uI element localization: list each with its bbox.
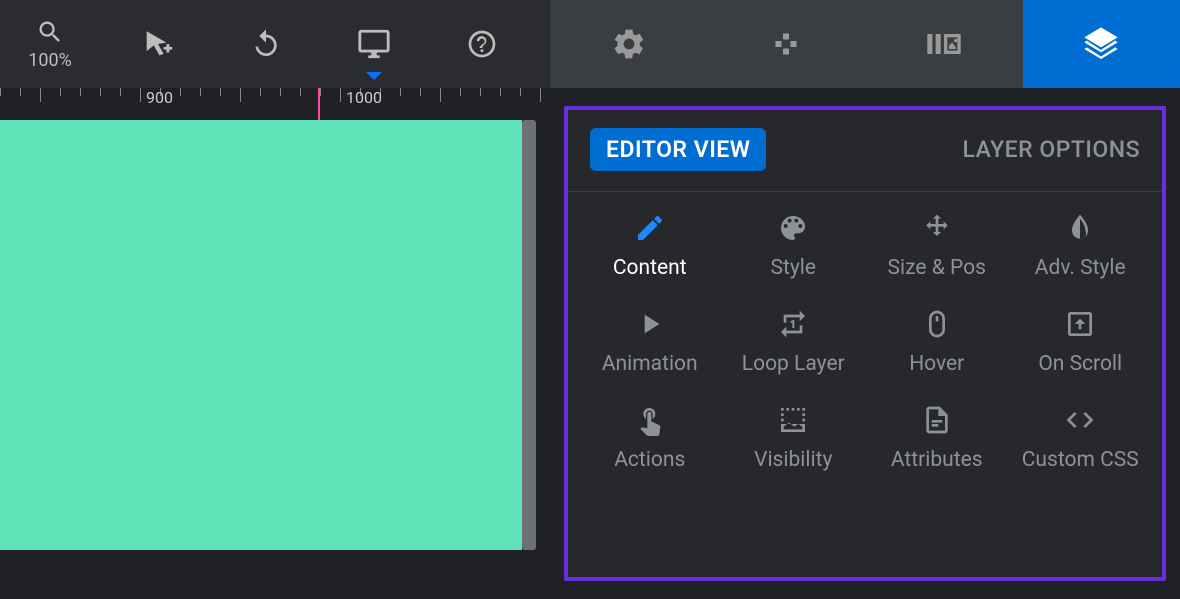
ruler[interactable]: 900 1000 — [0, 88, 550, 120]
code-icon — [1064, 404, 1096, 436]
toolbar-left: 100% — [0, 0, 550, 88]
layer-tab-actions[interactable]: Actions — [578, 404, 722, 472]
layers-icon — [1081, 24, 1121, 64]
layer-tab-label: Style — [770, 256, 816, 280]
help-icon — [466, 28, 498, 60]
layer-tab-label: Actions — [614, 448, 685, 472]
editor-view-badge[interactable]: EDITOR VIEW — [590, 128, 766, 171]
zoom-control[interactable]: 100% — [20, 0, 80, 88]
ruler-playhead[interactable] — [318, 88, 320, 120]
layer-tab-looplayer[interactable]: Loop Layer — [722, 308, 866, 376]
layer-tab-label: Custom CSS — [1022, 448, 1139, 472]
tab-navigation[interactable] — [708, 0, 866, 88]
cursor-plus-icon — [141, 27, 175, 61]
layer-tab-label: Content — [613, 256, 687, 280]
desktop-icon — [357, 27, 391, 61]
pencil-icon — [634, 212, 666, 244]
panel-header: EDITOR VIEW LAYER OPTIONS — [568, 110, 1162, 192]
layer-tab-label: Animation — [602, 352, 698, 376]
layer-tab-label: Attributes — [891, 448, 983, 472]
layer-tab-advstyle[interactable]: Adv. Style — [1009, 212, 1153, 280]
cursor-tool[interactable] — [128, 0, 188, 88]
file-icon — [921, 404, 953, 436]
layer-panel: EDITOR VIEW LAYER OPTIONS Content Style … — [550, 88, 1180, 599]
layer-tab-label: Adv. Style — [1035, 256, 1126, 280]
gear-icon — [611, 26, 647, 62]
layer-tab-label: Loop Layer — [742, 352, 845, 376]
top-toolbar: 100% — [0, 0, 1180, 88]
undo-icon — [250, 28, 282, 60]
layer-tab-content[interactable]: Content — [578, 212, 722, 280]
undo-button[interactable] — [236, 0, 296, 88]
layer-tab-onscroll[interactable]: On Scroll — [1009, 308, 1153, 376]
layer-tab-hover[interactable]: Hover — [865, 308, 1009, 376]
layer-options-box: EDITOR VIEW LAYER OPTIONS Content Style … — [564, 106, 1166, 581]
play-icon — [634, 308, 666, 340]
slides-icon — [924, 24, 964, 64]
dpad-icon — [768, 26, 804, 62]
touch-icon — [634, 404, 666, 436]
repeat-one-icon — [777, 308, 809, 340]
search-icon — [36, 18, 64, 46]
canvas-slide[interactable] — [0, 120, 522, 550]
panel-grid: Content Style Size & Pos Adv. Style Anim… — [568, 192, 1162, 482]
toolbar-right — [550, 0, 1180, 88]
panel-title: LAYER OPTIONS — [963, 136, 1140, 163]
layer-tab-attributes[interactable]: Attributes — [865, 404, 1009, 472]
workspace: 900 1000 EDITOR VIEW LAYER OPTIONS Conten… — [0, 88, 1180, 599]
layer-tab-visibility[interactable]: Visibility — [722, 404, 866, 472]
canvas-area: 900 1000 — [0, 88, 550, 599]
layer-tab-sizepos[interactable]: Size & Pos — [865, 212, 1009, 280]
palette-icon — [777, 212, 809, 244]
zoom-label: 100% — [28, 50, 72, 71]
move-icon — [921, 212, 953, 244]
layer-tab-animation[interactable]: Animation — [578, 308, 722, 376]
layer-tab-label: Hover — [909, 352, 964, 376]
layer-tab-customcss[interactable]: Custom CSS — [1009, 404, 1153, 472]
tab-slides[interactable] — [865, 0, 1023, 88]
device-indicator-icon — [366, 72, 382, 80]
layer-tab-label: Visibility — [754, 448, 832, 472]
device-preview[interactable] — [344, 0, 404, 88]
layer-tab-style[interactable]: Style — [722, 212, 866, 280]
image-dotted-icon — [777, 404, 809, 436]
layer-tab-label: Size & Pos — [888, 256, 986, 280]
tab-layers[interactable] — [1023, 0, 1180, 88]
layer-tab-label: On Scroll — [1038, 352, 1122, 376]
canvas-scrollbar[interactable] — [522, 120, 536, 550]
ruler-label: 1000 — [346, 88, 382, 107]
tab-settings[interactable] — [550, 0, 708, 88]
download-box-icon — [1064, 308, 1096, 340]
mouse-icon — [921, 308, 953, 340]
invert-icon — [1064, 212, 1096, 244]
ruler-label: 900 — [146, 88, 173, 107]
help-button[interactable] — [452, 0, 512, 88]
